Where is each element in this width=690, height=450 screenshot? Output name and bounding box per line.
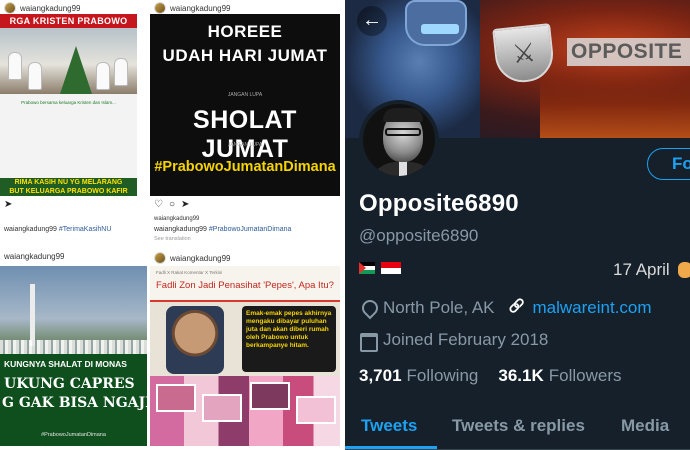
monument-image <box>30 284 35 346</box>
following-stat[interactable]: 3,701 Following <box>359 366 478 386</box>
heart-icon[interactable]: ♡ <box>154 199 163 210</box>
tab-tweets[interactable]: Tweets <box>361 416 417 436</box>
active-tab-indicator <box>345 446 437 449</box>
birthday-emoji-icon <box>678 262 690 278</box>
profile-avatar[interactable] <box>359 100 439 180</box>
post-prabowo-christmas[interactable]: RGA KRISTEN PRABOWO Prabowo bersama kelu… <box>0 14 137 196</box>
person-figure <box>8 52 22 80</box>
person-figure <box>96 62 110 90</box>
avatar[interactable] <box>154 252 166 264</box>
banner-logo-text: OPPOSITE <box>567 38 690 66</box>
location-text: North Pole, AK <box>383 298 495 317</box>
share-icon[interactable]: ➤ <box>4 199 12 210</box>
joined-row: Joined February 2018 <box>359 330 549 352</box>
post-caption: waiangkadung99 #TerimaKasihNU <box>4 226 112 233</box>
birthday-text: 17 April <box>613 260 670 279</box>
quote-box: Emak-emak pepes akhirnya mengaku dibayar… <box>242 306 336 372</box>
location-pin-icon <box>359 299 377 317</box>
avatar[interactable] <box>4 2 16 14</box>
christmas-tree-image <box>60 46 92 94</box>
see-translation-link[interactable]: See translation <box>154 236 191 242</box>
share-icon[interactable]: ➤ <box>181 199 189 210</box>
website-link[interactable]: malwareint.com <box>533 298 652 318</box>
comment-icon[interactable]: ○ <box>169 199 175 210</box>
calendar-icon <box>359 331 378 352</box>
joined-text: Joined February 2018 <box>383 330 549 349</box>
post-username[interactable]: waiangkadung99 <box>154 2 231 14</box>
portrait-image <box>166 306 224 374</box>
person-figure <box>28 62 42 90</box>
caption-username[interactable]: waiangkadung99 <box>154 216 199 222</box>
news-header: Fadli X Rakat Komentar X Terkini Fadli Z… <box>150 266 340 302</box>
post-username[interactable]: waiangkadung99 <box>4 2 81 14</box>
bio-flags <box>359 262 401 274</box>
followers-stat[interactable]: 36.1K Followers <box>498 366 621 386</box>
palestine-flag-icon <box>359 262 375 274</box>
follow-button[interactable]: Fo <box>647 148 690 180</box>
post-monas[interactable]: KUNGNYA SHALAT DI MONAS UKUNG CAPRES G G… <box>0 266 147 446</box>
back-arrow-icon[interactable]: ← <box>357 6 387 36</box>
profile-tabs: Tweets Tweets & replies Media <box>345 408 690 450</box>
user-handle: @opposite6890 <box>359 226 479 245</box>
tab-media[interactable]: Media <box>621 416 669 436</box>
crowd-image <box>0 340 147 354</box>
post-jumat[interactable]: HOREEE UDAH HARI JUMAT JANGAN LUPA SHOLA… <box>150 14 340 196</box>
post-username[interactable]: waiangkadung99 <box>154 252 231 264</box>
twitter-profile: ⚔ OPPOSITE ← Fo Opposite6890 @opposite68… <box>345 0 690 450</box>
indonesia-flag-icon <box>381 262 401 274</box>
profile-meta-row: North Pole, AK malwareint.com <box>359 298 652 318</box>
person-figure <box>114 58 128 86</box>
post-photo <box>0 28 137 94</box>
link-icon <box>509 299 527 317</box>
follow-stats: 3,701 Following 36.1K Followers <box>359 366 621 386</box>
post-footer: RIMA KASIH NU YG MELARANG BUT KELUARGA P… <box>0 178 137 196</box>
post-header-banner: RGA KRISTEN PRABOWO <box>0 14 137 28</box>
photo-collage <box>150 376 340 446</box>
avatar[interactable] <box>154 2 166 14</box>
post-body-text: Prabowo bersama keluarga Kristen dan Isl… <box>21 100 116 105</box>
post-actions: ♡ ○ ➤ <box>154 199 189 210</box>
post-caption: waiangkadung99 #PrabowoJumatanDimana <box>154 226 292 233</box>
post-actions: ➤ <box>4 199 12 210</box>
display-name: Opposite6890 <box>359 190 519 217</box>
tab-tweets-replies[interactable]: Tweets & replies <box>452 416 585 436</box>
instagram-feed-screenshot: waiangkadung99 RGA KRISTEN PRABOWO Prabo… <box>0 0 345 450</box>
post-username[interactable]: waiangkadung99 <box>4 252 65 261</box>
post-pepes[interactable]: Fadli X Rakat Komentar X Terkini Fadli Z… <box>150 266 340 446</box>
news-title: Fadli Zon Jadi Penasihat 'Pepes', Apa It… <box>156 280 334 291</box>
